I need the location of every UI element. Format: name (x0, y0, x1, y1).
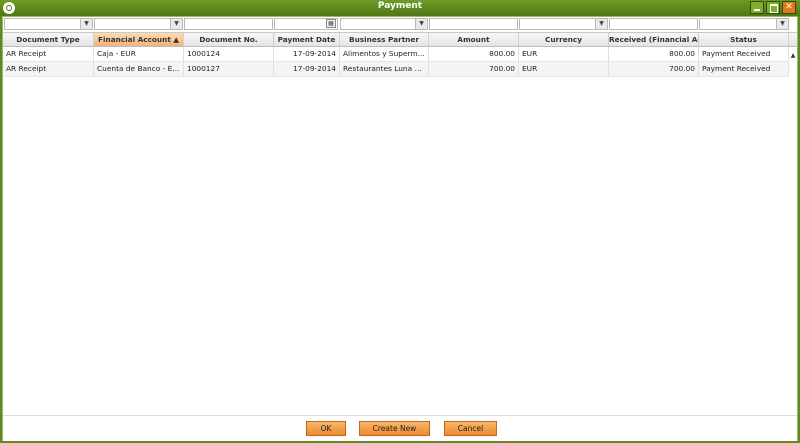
close-button[interactable]: ✕ (782, 1, 796, 14)
chevron-down-icon[interactable]: ▼ (170, 19, 182, 29)
filter-business-partner[interactable]: ▼ (340, 18, 428, 30)
cell-document-no: 1000124 (184, 47, 274, 61)
column-header-received[interactable]: Received (Financial Ac... (609, 33, 699, 46)
cell-currency: EUR (519, 62, 609, 76)
scroll-up-icon[interactable]: ▲ (789, 49, 797, 62)
cell-payment-date: 17-09-2014 (274, 62, 340, 76)
cell-document-no: 1000127 (184, 62, 274, 76)
calendar-icon[interactable]: ▦ (326, 19, 336, 28)
cell-document-type: AR Receipt (3, 62, 94, 76)
cell-financial-account: Cuenta de Banco - E... (94, 62, 184, 76)
cell-status: Payment Received (699, 62, 789, 76)
header-row: Document Type Financial Account ▲ Docume… (3, 33, 797, 59)
payment-grid: ▼ ▼ ▦ ▼ ▼ ▼ Document Type Financial Acco… (3, 17, 797, 415)
minimize-icon (754, 9, 760, 11)
minimize-button[interactable] (750, 1, 764, 14)
cell-financial-account: Caja - EUR (94, 47, 184, 61)
filter-document-no[interactable] (184, 18, 273, 30)
filter-amount[interactable] (429, 18, 518, 30)
filter-financial-account[interactable]: ▼ (94, 18, 183, 30)
cell-received: 800.00 (609, 47, 699, 61)
column-header-document-type[interactable]: Document Type (3, 33, 94, 46)
cell-currency: EUR (519, 47, 609, 61)
column-header-payment-date[interactable]: Payment Date (274, 33, 340, 46)
window-content: ▼ ▼ ▦ ▼ ▼ ▼ Document Type Financial Acco… (2, 16, 798, 441)
maximize-button[interactable] (766, 1, 780, 14)
cancel-button[interactable]: Cancel (444, 421, 497, 436)
cell-amount: 800.00 (429, 47, 519, 61)
ok-button[interactable]: OK (306, 421, 346, 436)
button-bar: OK Create New Cancel (3, 415, 797, 441)
create-new-button[interactable]: Create New (359, 421, 430, 436)
filter-received[interactable] (609, 18, 698, 30)
filter-payment-date[interactable]: ▦ (274, 18, 338, 30)
chevron-down-icon[interactable]: ▼ (415, 19, 427, 29)
column-header-business-partner[interactable]: Business Partner (340, 33, 429, 46)
cell-amount: 700.00 (429, 62, 519, 76)
cell-status: Payment Received (699, 47, 789, 61)
title-bar[interactable]: Payment ✕ (0, 0, 800, 16)
cell-document-type: AR Receipt (3, 47, 94, 61)
payment-window: Payment ✕ ▼ ▼ ▦ ▼ ▼ ▼ Document Type Fina… (0, 0, 800, 443)
filter-currency[interactable]: ▼ (519, 18, 608, 30)
filter-row: ▼ ▼ ▦ ▼ ▼ ▼ (3, 17, 797, 33)
cell-payment-date: 17-09-2014 (274, 47, 340, 61)
column-header-financial-account[interactable]: Financial Account ▲ (94, 33, 184, 46)
cell-received: 700.00 (609, 62, 699, 76)
chevron-down-icon[interactable]: ▼ (776, 19, 788, 29)
column-header-currency[interactable]: Currency (519, 33, 609, 46)
chevron-down-icon[interactable]: ▼ (595, 19, 607, 29)
cell-business-partner: Alimentos y Superm... (340, 47, 429, 61)
close-icon: ✕ (785, 2, 793, 12)
filter-document-type[interactable]: ▼ (4, 18, 93, 30)
table-row[interactable]: AR Receipt Cuenta de Banco - E... 100012… (3, 62, 789, 77)
column-header-document-no[interactable]: Document No. (184, 33, 274, 46)
chevron-down-icon[interactable]: ▼ (80, 19, 92, 29)
filter-status[interactable]: ▼ (699, 18, 789, 30)
column-header-status[interactable]: Status (699, 33, 789, 46)
column-header-amount[interactable]: Amount (429, 33, 519, 46)
maximize-icon (770, 4, 778, 13)
cell-business-partner: Restaurantes Luna L... (340, 62, 429, 76)
window-title: Payment (377, 1, 423, 11)
table-row[interactable]: AR Receipt Caja - EUR 1000124 17-09-2014… (3, 47, 789, 62)
